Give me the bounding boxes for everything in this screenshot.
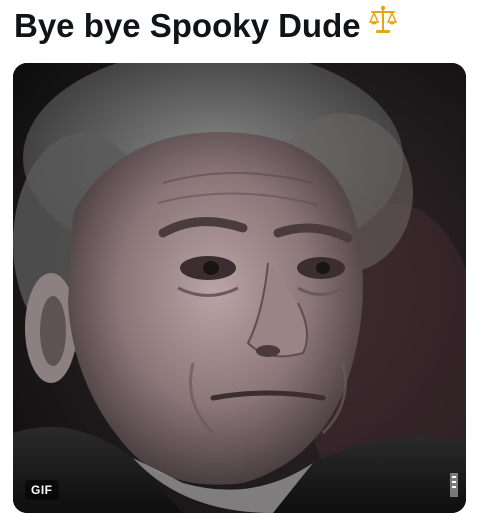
watermark-icon	[450, 473, 458, 497]
gif-media[interactable]: GIF	[13, 63, 466, 513]
gif-badge: GIF	[25, 480, 59, 500]
post-text: Bye bye Spooky Dude	[14, 4, 399, 50]
balance-scale-icon	[367, 3, 399, 47]
portrait-photo	[13, 63, 466, 513]
post-text-label: Bye bye Spooky Dude	[14, 7, 361, 44]
